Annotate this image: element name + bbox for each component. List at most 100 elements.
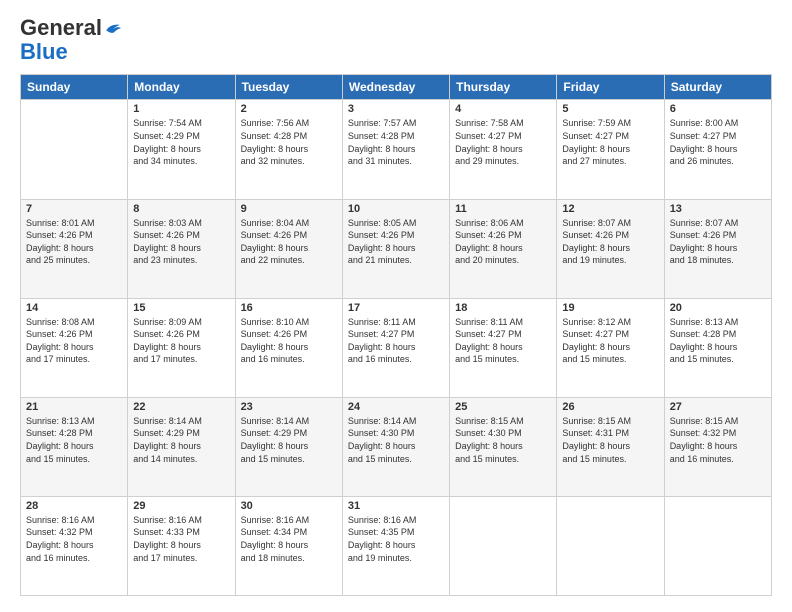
- calendar-week-row: 21Sunrise: 8:13 AMSunset: 4:28 PMDayligh…: [21, 397, 772, 496]
- day-number: 19: [562, 302, 658, 314]
- calendar-cell: 3 Sunrise: 7:57 AMSunset: 4:28 PMDaylight…: [342, 100, 449, 199]
- day-header-wednesday: Wednesday: [342, 75, 449, 100]
- day-info-text: Sunrise: 8:15 AMSunset: 4:30 PMDaylight:…: [455, 415, 551, 465]
- day-info-text: Sunrise: 8:14 AMSunset: 4:29 PMDaylight:…: [241, 415, 337, 465]
- calendar-cell: 11 Sunrise: 8:06 AMSunset: 4:26 PMDayligh…: [450, 199, 557, 298]
- day-header-sunday: Sunday: [21, 75, 128, 100]
- calendar-cell: 6 Sunrise: 8:00 AMSunset: 4:27 PMDaylight…: [664, 100, 771, 199]
- calendar-cell: [557, 496, 664, 595]
- day-info-text: Sunrise: 7:54 AMSunset: 4:29 PMDaylight:…: [133, 117, 229, 167]
- day-number: 25: [455, 401, 551, 413]
- day-number: 24: [348, 401, 444, 413]
- day-header-thursday: Thursday: [450, 75, 557, 100]
- calendar-cell: 19 Sunrise: 8:12 AMSunset: 4:27 PMDayligh…: [557, 298, 664, 397]
- calendar-cell: 18Sunrise: 8:11 AMSunset: 4:27 PMDayligh…: [450, 298, 557, 397]
- day-number: 29: [133, 500, 229, 512]
- calendar-cell: 24 Sunrise: 8:14 AMSunset: 4:30 PMDayligh…: [342, 397, 449, 496]
- calendar-cell: 27 Sunrise: 8:15 AMSunset: 4:32 PMDayligh…: [664, 397, 771, 496]
- calendar-cell: 13Sunrise: 8:07 AMSunset: 4:26 PMDayligh…: [664, 199, 771, 298]
- day-number: 28: [26, 500, 122, 512]
- page: General Blue SundayMondayTuesdayWednesda…: [0, 0, 792, 612]
- calendar-cell: 7 Sunrise: 8:01 AMSunset: 4:26 PMDaylight…: [21, 199, 128, 298]
- day-number: 20: [670, 302, 766, 314]
- logo-blue: Blue: [20, 40, 68, 64]
- day-number: 2: [241, 103, 337, 115]
- day-info-text: Sunrise: 8:14 AMSunset: 4:30 PMDaylight:…: [348, 415, 444, 465]
- day-number: 7: [26, 203, 122, 215]
- calendar-cell: 29 Sunrise: 8:16 AMSunset: 4:33 PMDayligh…: [128, 496, 235, 595]
- calendar-cell: 4 Sunrise: 7:58 AMSunset: 4:27 PMDaylight…: [450, 100, 557, 199]
- calendar-week-row: 7 Sunrise: 8:01 AMSunset: 4:26 PMDaylight…: [21, 199, 772, 298]
- calendar-cell: 25 Sunrise: 8:15 AMSunset: 4:30 PMDayligh…: [450, 397, 557, 496]
- day-number: 11: [455, 203, 551, 215]
- day-info-text: Sunrise: 8:15 AMSunset: 4:32 PMDaylight:…: [670, 415, 766, 465]
- day-number: 30: [241, 500, 337, 512]
- calendar-cell: 1Sunrise: 7:54 AMSunset: 4:29 PMDaylight…: [128, 100, 235, 199]
- day-info-text: Sunrise: 7:58 AMSunset: 4:27 PMDaylight:…: [455, 117, 551, 167]
- calendar-cell: 22Sunrise: 8:14 AMSunset: 4:29 PMDayligh…: [128, 397, 235, 496]
- day-info-text: Sunrise: 7:56 AMSunset: 4:28 PMDaylight:…: [241, 117, 337, 167]
- day-number: 6: [670, 103, 766, 115]
- day-info-text: Sunrise: 7:57 AMSunset: 4:28 PMDaylight:…: [348, 117, 444, 167]
- calendar-cell: [450, 496, 557, 595]
- day-info-text: Sunrise: 8:07 AMSunset: 4:26 PMDaylight:…: [670, 217, 766, 267]
- calendar-week-row: 14 Sunrise: 8:08 AMSunset: 4:26 PMDayligh…: [21, 298, 772, 397]
- day-number: 14: [26, 302, 122, 314]
- logo-general: General: [20, 16, 102, 40]
- calendar-cell: 14 Sunrise: 8:08 AMSunset: 4:26 PMDayligh…: [21, 298, 128, 397]
- calendar-cell: 8 Sunrise: 8:03 AMSunset: 4:26 PMDaylight…: [128, 199, 235, 298]
- day-number: 15: [133, 302, 229, 314]
- calendar-cell: 15 Sunrise: 8:09 AMSunset: 4:26 PMDayligh…: [128, 298, 235, 397]
- day-info-text: Sunrise: 8:16 AMSunset: 4:34 PMDaylight:…: [241, 514, 337, 564]
- day-info-text: Sunrise: 8:00 AMSunset: 4:27 PMDaylight:…: [670, 117, 766, 167]
- calendar-cell: 28 Sunrise: 8:16 AMSunset: 4:32 PMDayligh…: [21, 496, 128, 595]
- day-info-text: Sunrise: 8:16 AMSunset: 4:32 PMDaylight:…: [26, 514, 122, 564]
- day-number: 4: [455, 103, 551, 115]
- calendar-cell: 12Sunrise: 8:07 AMSunset: 4:26 PMDayligh…: [557, 199, 664, 298]
- header: General Blue: [20, 16, 772, 64]
- calendar-cell: 23 Sunrise: 8:14 AMSunset: 4:29 PMDayligh…: [235, 397, 342, 496]
- day-number: 10: [348, 203, 444, 215]
- day-info-text: Sunrise: 8:08 AMSunset: 4:26 PMDaylight:…: [26, 316, 122, 366]
- calendar-cell: 30 Sunrise: 8:16 AMSunset: 4:34 PMDayligh…: [235, 496, 342, 595]
- calendar-cell: [21, 100, 128, 199]
- day-number: 8: [133, 203, 229, 215]
- day-info-text: Sunrise: 8:12 AMSunset: 4:27 PMDaylight:…: [562, 316, 658, 366]
- day-header-friday: Friday: [557, 75, 664, 100]
- day-info-text: Sunrise: 8:16 AMSunset: 4:33 PMDaylight:…: [133, 514, 229, 564]
- day-number: 17: [348, 302, 444, 314]
- day-info-text: Sunrise: 8:16 AMSunset: 4:35 PMDaylight:…: [348, 514, 444, 564]
- calendar-cell: 9Sunrise: 8:04 AMSunset: 4:26 PMDaylight…: [235, 199, 342, 298]
- day-info-text: Sunrise: 8:13 AMSunset: 4:28 PMDaylight:…: [26, 415, 122, 465]
- day-number: 16: [241, 302, 337, 314]
- calendar-cell: [664, 496, 771, 595]
- day-info-text: Sunrise: 8:03 AMSunset: 4:26 PMDaylight:…: [133, 217, 229, 267]
- calendar-cell: 5 Sunrise: 7:59 AMSunset: 4:27 PMDaylight…: [557, 100, 664, 199]
- day-info-text: Sunrise: 8:13 AMSunset: 4:28 PMDaylight:…: [670, 316, 766, 366]
- day-header-saturday: Saturday: [664, 75, 771, 100]
- day-number: 5: [562, 103, 658, 115]
- calendar-cell: 20 Sunrise: 8:13 AMSunset: 4:28 PMDayligh…: [664, 298, 771, 397]
- calendar-week-row: 1Sunrise: 7:54 AMSunset: 4:29 PMDaylight…: [21, 100, 772, 199]
- day-info-text: Sunrise: 8:06 AMSunset: 4:26 PMDaylight:…: [455, 217, 551, 267]
- day-info-text: Sunrise: 8:05 AMSunset: 4:26 PMDaylight:…: [348, 217, 444, 267]
- day-info-text: Sunrise: 8:01 AMSunset: 4:26 PMDaylight:…: [26, 217, 122, 267]
- day-info-text: Sunrise: 7:59 AMSunset: 4:27 PMDaylight:…: [562, 117, 658, 167]
- calendar-cell: 2 Sunrise: 7:56 AMSunset: 4:28 PMDaylight…: [235, 100, 342, 199]
- calendar-cell: 31 Sunrise: 8:16 AMSunset: 4:35 PMDayligh…: [342, 496, 449, 595]
- day-number: 31: [348, 500, 444, 512]
- day-number: 23: [241, 401, 337, 413]
- logo-bird-icon: [104, 19, 122, 37]
- day-info-text: Sunrise: 8:09 AMSunset: 4:26 PMDaylight:…: [133, 316, 229, 366]
- calendar-table: SundayMondayTuesdayWednesdayThursdayFrid…: [20, 74, 772, 596]
- day-number: 22: [133, 401, 229, 413]
- day-number: 26: [562, 401, 658, 413]
- day-number: 18: [455, 302, 551, 314]
- day-header-tuesday: Tuesday: [235, 75, 342, 100]
- calendar-cell: 26Sunrise: 8:15 AMSunset: 4:31 PMDayligh…: [557, 397, 664, 496]
- logo: General Blue: [20, 16, 122, 64]
- day-header-monday: Monday: [128, 75, 235, 100]
- day-number: 27: [670, 401, 766, 413]
- day-info-text: Sunrise: 8:07 AMSunset: 4:26 PMDaylight:…: [562, 217, 658, 267]
- day-number: 3: [348, 103, 444, 115]
